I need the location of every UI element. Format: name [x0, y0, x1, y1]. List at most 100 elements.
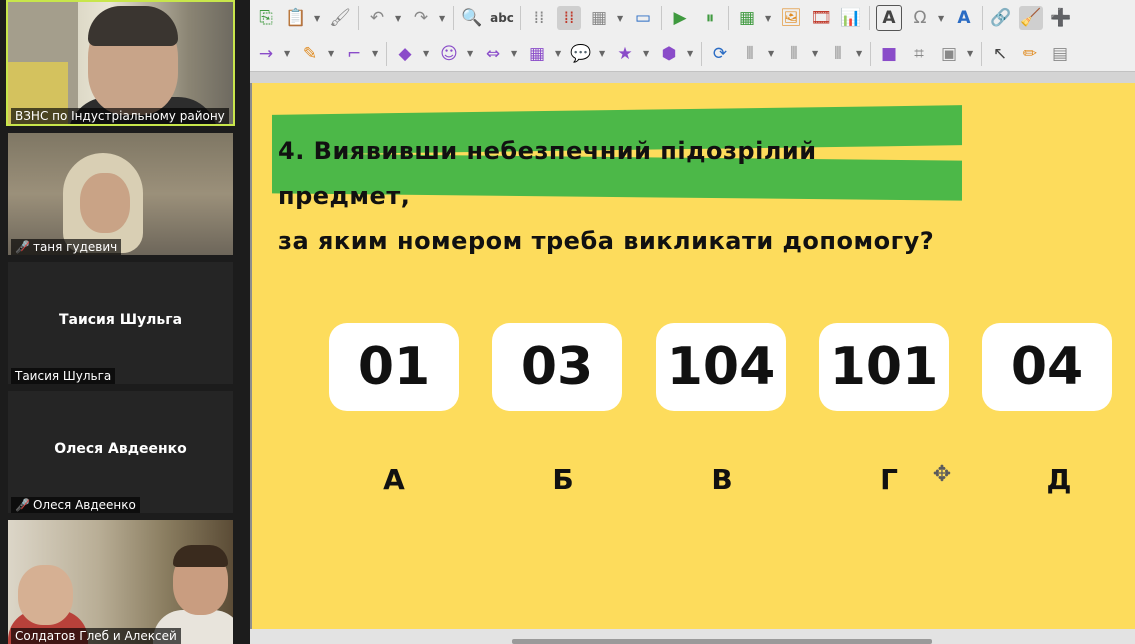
participant-tile[interactable]: 🎤̸ таня гудевич	[8, 133, 233, 255]
participant-name-label: 🎤̸ таня гудевич	[11, 239, 122, 255]
chevron-down-icon[interactable]: ▼	[599, 49, 607, 58]
answer-card-d[interactable]: 04	[982, 323, 1112, 411]
redo-icon[interactable]: ↷	[409, 6, 433, 30]
question-text[interactable]: 4. Виявивши небезпечний підозрілий предм…	[278, 129, 1118, 264]
display-grid-icon[interactable]: ⁞⁞	[527, 6, 551, 30]
chevron-down-icon[interactable]: ▼	[617, 14, 625, 23]
arrange-icon[interactable]: ⫴	[782, 42, 806, 66]
participant-display-name: Таисия Шульга	[58, 312, 183, 328]
participants-panel: ВЗНС по Індустріальному району 🎤̸ таня г…	[0, 0, 250, 644]
spellcheck-icon[interactable]: abc	[490, 6, 514, 30]
chevron-down-icon[interactable]: ▼	[511, 49, 519, 58]
chevron-down-icon[interactable]: ▼	[423, 49, 431, 58]
rotate-icon[interactable]: ⟳	[708, 42, 732, 66]
chevron-down-icon[interactable]: ▼	[938, 14, 946, 23]
undo-icon[interactable]: ↶	[365, 6, 389, 30]
answer-card-g[interactable]: 101	[819, 323, 949, 411]
drawing-toolbar: → ▼ ✎ ▼ ⌐ ▼ ◆ ▼ ☺ ▼ ⇔ ▼ ▦ ▼ 💬 ▼ ★ ▼ ⬢ ▼ …	[250, 36, 1135, 72]
chevron-down-icon[interactable]: ▼	[967, 49, 975, 58]
answer-letter-b: Б	[552, 463, 574, 496]
mic-muted-icon: 🎤̸	[15, 498, 30, 512]
stars-icon[interactable]: ★	[613, 42, 637, 66]
chevron-down-icon[interactable]: ▼	[555, 49, 563, 58]
insert-textbox-icon[interactable]: A	[876, 5, 902, 31]
mic-muted-icon: 🎤̸	[15, 240, 30, 254]
answer-letter-v: В	[711, 463, 733, 496]
block-arrows-icon[interactable]: ⇔	[481, 42, 505, 66]
display-views-icon[interactable]: ▦	[587, 6, 611, 30]
chevron-down-icon[interactable]: ▼	[467, 49, 475, 58]
participant-video	[8, 133, 233, 255]
hyperlink-icon[interactable]: 🔗	[989, 6, 1013, 30]
paste-icon[interactable]: 📋	[284, 6, 308, 30]
chevron-down-icon[interactable]: ▼	[328, 49, 336, 58]
answer-card-v[interactable]: 104	[656, 323, 786, 411]
insert-image-icon[interactable]: 🖼	[779, 6, 803, 30]
fontwork-icon[interactable]: A	[952, 6, 976, 30]
participant-display-name: Олеся Авдеенко	[54, 441, 187, 457]
clone-formatting-icon[interactable]: 🖌	[328, 6, 352, 30]
new-slide-icon[interactable]: ➕	[1049, 6, 1073, 30]
horizontal-scrollbar[interactable]	[250, 629, 1135, 644]
curve-icon[interactable]: ✎	[298, 42, 322, 66]
basic-shapes-icon[interactable]: ◆	[393, 42, 417, 66]
answer-letter-d: Д	[1046, 463, 1072, 496]
symbol-shapes-icon[interactable]: ☺	[437, 42, 461, 66]
find-replace-icon[interactable]: 🔍	[460, 6, 484, 30]
line-arrow-icon[interactable]: →	[254, 42, 278, 66]
answer-card-a[interactable]: 01	[329, 323, 459, 411]
master-slide-icon[interactable]: ▭	[631, 6, 655, 30]
participant-name-label: 🎤̸ Олеся Авдеенко	[11, 497, 140, 513]
question-line: предмет,	[278, 182, 411, 210]
participant-tile[interactable]: Таисия Шульга Таисия Шульга	[8, 262, 233, 384]
participant-video	[8, 520, 233, 644]
participant-video	[8, 2, 233, 124]
callout-icon[interactable]: 💬	[569, 42, 593, 66]
participant-tile[interactable]: Солдатов Глеб и Алексей	[8, 520, 233, 644]
standard-toolbar: ⎘ 📋 ▼ 🖌 ↶ ▼ ↷ ▼ 🔍 abc ⁞⁞ ⁞⁞ ▦ ▼ ▭ ▶ ⏸ ▦ …	[250, 0, 1135, 36]
3d-objects-icon[interactable]: ⬢	[657, 42, 681, 66]
special-character-icon[interactable]: Ω	[908, 6, 932, 30]
crop-icon[interactable]: ⌗	[907, 42, 931, 66]
helplines-icon[interactable]: ⁞⁞	[557, 6, 581, 30]
slide-canvas[interactable]: 4. Виявивши небезпечний підозрілий предм…	[252, 83, 1135, 629]
insert-table-icon[interactable]: ▦	[735, 6, 759, 30]
chevron-down-icon[interactable]: ▼	[372, 49, 380, 58]
chevron-down-icon[interactable]: ▼	[643, 49, 651, 58]
participant-name-label: ВЗНС по Індустріальному району	[11, 108, 229, 124]
toggle-extrusion-icon[interactable]: ▤	[1048, 42, 1072, 66]
align-icon[interactable]: ⫴	[738, 42, 762, 66]
chevron-down-icon[interactable]: ▼	[314, 14, 322, 23]
move-cursor-icon: ✥	[932, 462, 952, 487]
scrollbar-thumb[interactable]	[512, 639, 932, 644]
glue-points-icon[interactable]: ✏	[1018, 42, 1042, 66]
distribute-icon[interactable]: ⫴	[826, 42, 850, 66]
participant-tile-active-speaker[interactable]: ВЗНС по Індустріальному району	[6, 0, 235, 126]
presentation-editor: ⎘ 📋 ▼ 🖌 ↶ ▼ ↷ ▼ 🔍 abc ⁞⁞ ⁞⁞ ▦ ▼ ▭ ▶ ⏸ ▦ …	[250, 0, 1135, 644]
insert-chart-icon[interactable]: 📊	[839, 6, 863, 30]
start-current-slide-icon[interactable]: ⏸	[698, 6, 722, 30]
connector-icon[interactable]: ⌐	[342, 42, 366, 66]
chevron-down-icon[interactable]: ▼	[765, 14, 773, 23]
chevron-down-icon[interactable]: ▼	[768, 49, 776, 58]
chevron-down-icon[interactable]: ▼	[856, 49, 864, 58]
participant-name-label: Таисия Шульга	[11, 368, 116, 384]
question-line: 4. Виявивши небезпечний підозрілий	[278, 137, 817, 165]
start-first-slide-icon[interactable]: ▶	[668, 6, 692, 30]
answer-card-b[interactable]: 03	[492, 323, 622, 411]
filter-icon[interactable]: ▣	[937, 42, 961, 66]
participant-tile[interactable]: Олеся Авдеенко 🎤̸ Олеся Авдеенко	[8, 391, 233, 513]
flowchart-icon[interactable]: ▦	[525, 42, 549, 66]
participant-name-label: Солдатов Глеб и Алексей	[11, 628, 181, 644]
export-icon[interactable]: ⎘	[254, 6, 278, 30]
chevron-down-icon[interactable]: ▼	[395, 14, 403, 23]
insert-media-icon[interactable]: 🎞	[809, 6, 833, 30]
show-draw-functions-icon[interactable]: 🧹	[1019, 6, 1043, 30]
chevron-down-icon[interactable]: ▼	[812, 49, 820, 58]
chevron-down-icon[interactable]: ▼	[284, 49, 292, 58]
chevron-down-icon[interactable]: ▼	[439, 14, 447, 23]
answer-letter-g: Г	[880, 463, 898, 496]
chevron-down-icon[interactable]: ▼	[687, 49, 695, 58]
shadow-icon[interactable]: ■	[877, 42, 901, 66]
points-icon[interactable]: ↖	[988, 42, 1012, 66]
